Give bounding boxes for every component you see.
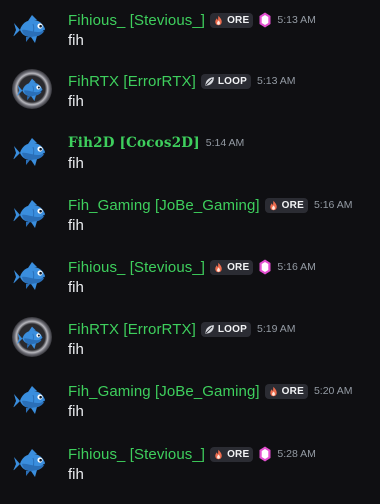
guild-tag-label: ORE (227, 448, 250, 460)
message-header: Fihious_ [Stevious_] ORE 5:16 AM (68, 257, 316, 277)
blue-fish-icon[interactable] (12, 442, 52, 482)
message-header: Fih_Gaming [JoBe_Gaming] ORE 5:16 AM (68, 195, 352, 215)
guild-tag-label: ORE (227, 14, 250, 26)
message: Fihious_ [Stevious_] ORE 5:28 AM fih (0, 442, 380, 504)
username[interactable]: Fihious_ [Stevious_] (68, 259, 205, 276)
username[interactable]: FihRTX [ErrorRTX] (68, 73, 196, 90)
message: FihRTX [ErrorRTX] LOOP 5:19 AM fih (0, 317, 380, 379)
guild-tag[interactable]: ORE (210, 259, 254, 275)
blue-fish-icon[interactable] (12, 193, 52, 233)
timestamp: 5:19 AM (256, 323, 296, 335)
username[interactable]: Fih_Gaming [JoBe_Gaming] (68, 197, 260, 214)
message-header: FihRTX [ErrorRTX] LOOP 5:13 AM (68, 71, 296, 91)
blue-fish-icon[interactable] (12, 131, 52, 171)
message-text: fih (68, 155, 84, 172)
username[interactable]: Fih2D [Cocos2D] (68, 135, 200, 151)
timestamp: 5:13 AM (277, 14, 316, 26)
message-list: Fihious_ [Stevious_] ORE 5:13 AM fih Fih… (0, 0, 380, 500)
username[interactable]: Fih_Gaming [JoBe_Gaming] (68, 383, 260, 400)
timestamp: 5:28 AM (277, 448, 316, 460)
message: Fihious_ [Stevious_] ORE 5:16 AM fih (0, 255, 380, 317)
flame-icon (268, 386, 279, 397)
message: Fih_Gaming [JoBe_Gaming] ORE 5:16 AM fih (0, 193, 380, 255)
guild-tag[interactable]: ORE (264, 197, 308, 213)
flame-icon (213, 15, 224, 26)
blue-fish-icon[interactable] (12, 379, 52, 419)
guild-tag[interactable]: LOOP (200, 321, 251, 337)
username[interactable]: FihRTX [ErrorRTX] (68, 321, 196, 338)
blue-fish-icon[interactable] (12, 69, 52, 109)
timestamp: 5:14 AM (205, 137, 245, 149)
guild-tag-label: LOOP (217, 75, 247, 87)
message: Fihious_ [Stevious_] ORE 5:13 AM fih (0, 8, 380, 70)
guild-tag[interactable]: ORE (210, 446, 254, 462)
guild-tag-label: LOOP (217, 323, 247, 335)
message-text: fih (68, 217, 84, 234)
pink-gem-icon[interactable] (259, 446, 271, 462)
message-header: Fihious_ [Stevious_] ORE 5:28 AM (68, 444, 316, 464)
guild-tag-label: ORE (227, 261, 250, 273)
message-header: FihRTX [ErrorRTX] LOOP 5:19 AM (68, 319, 296, 339)
guild-tag-label: ORE (281, 385, 304, 397)
leaf-icon (204, 324, 215, 335)
message-header: Fih2D [Cocos2D] 5:14 AM (68, 133, 244, 153)
message-text: fih (68, 466, 84, 483)
guild-tag-label: ORE (281, 199, 304, 211)
blue-fish-icon[interactable] (12, 255, 52, 295)
timestamp: 5:16 AM (277, 261, 316, 273)
message: FihRTX [ErrorRTX] LOOP 5:13 AM fih (0, 69, 380, 131)
message-text: fih (68, 341, 84, 358)
timestamp: 5:13 AM (256, 75, 296, 87)
pink-gem-icon[interactable] (259, 12, 271, 28)
leaf-icon (204, 76, 215, 87)
guild-tag[interactable]: LOOP (200, 73, 251, 89)
timestamp: 5:16 AM (313, 199, 353, 211)
flame-icon (268, 200, 279, 211)
pink-gem-icon[interactable] (259, 259, 271, 275)
username[interactable]: Fihious_ [Stevious_] (68, 446, 205, 463)
timestamp: 5:20 AM (313, 385, 353, 397)
message-text: fih (68, 32, 84, 49)
message: Fih_Gaming [JoBe_Gaming] ORE 5:20 AM fih (0, 379, 380, 441)
blue-fish-icon[interactable] (12, 8, 52, 48)
guild-tag[interactable]: ORE (264, 383, 308, 399)
flame-icon (213, 262, 224, 273)
message: Fih2D [Cocos2D] 5:14 AM fih (0, 131, 380, 193)
message-text: fih (68, 403, 84, 420)
blue-fish-icon[interactable] (12, 317, 52, 357)
message-header: Fihious_ [Stevious_] ORE 5:13 AM (68, 10, 316, 30)
username[interactable]: Fihious_ [Stevious_] (68, 12, 205, 29)
message-header: Fih_Gaming [JoBe_Gaming] ORE 5:20 AM (68, 381, 352, 401)
message-text: fih (68, 279, 84, 296)
message-text: fih (68, 93, 84, 110)
flame-icon (213, 449, 224, 460)
guild-tag[interactable]: ORE (210, 12, 254, 28)
